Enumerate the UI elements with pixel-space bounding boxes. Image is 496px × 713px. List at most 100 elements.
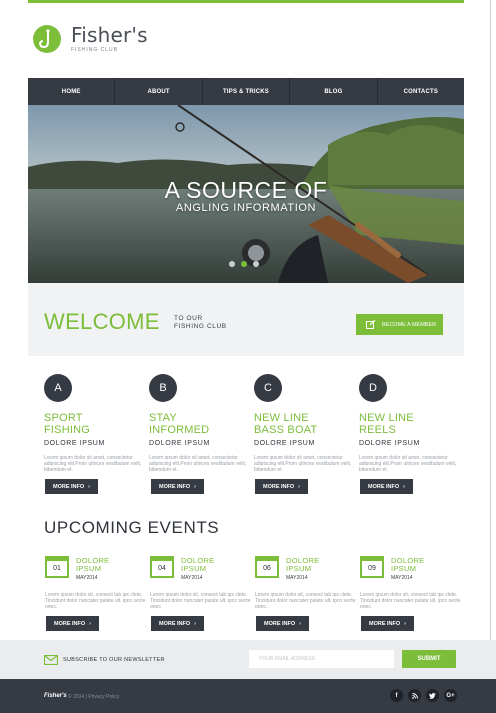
slider-dots (229, 261, 259, 267)
calendar-icon: 09 (360, 556, 384, 578)
site-logo[interactable]: Fisher's FISHING CLUB (33, 24, 148, 54)
hero-slider[interactable]: A SOURCE OF ANGLING INFORMATION (28, 105, 464, 283)
feature-badge: A (44, 374, 72, 402)
feature-text: Lorem ipsum dolor sit amet, consectetur … (149, 455, 247, 473)
twitter-icon[interactable] (426, 689, 439, 702)
brand-tagline: FISHING CLUB (71, 47, 119, 53)
feature-subtitle: DOLORE IPSUM (254, 440, 315, 447)
feature-card: D NEW LINE REELS DOLORE IPSUM Lorem ipsu… (359, 374, 459, 473)
feature-text: Lorem ipsum dolor sit amet, consectetur … (44, 455, 142, 473)
more-info-button[interactable]: MORE INFO › (255, 479, 308, 494)
feature-title-line-1: STAY (149, 412, 177, 424)
feature-badge: B (149, 374, 177, 402)
upcoming-events-title: UPCOMING EVENTS (44, 518, 220, 537)
event-date: MAY2014 (286, 575, 308, 581)
feature-text: Lorem ipsum dolor sit amet, consectetur … (359, 455, 457, 473)
more-info-label: MORE INFO (367, 483, 400, 490)
feature-badge: C (254, 374, 282, 402)
slider-dot-3[interactable] (253, 261, 259, 267)
email-input[interactable] (249, 650, 394, 668)
feature-title-line-1: NEW LINE (359, 412, 414, 424)
event-text: Lorem ipsum dolor sit, consect tab ipx c… (45, 592, 146, 610)
more-info-label: MORE INFO (158, 483, 191, 490)
feature-title[interactable]: NEW LINE BASS BOAT (254, 412, 354, 436)
edit-icon (366, 320, 376, 329)
submit-button[interactable]: SUBMIT (402, 650, 456, 668)
nav-item-tips-tricks[interactable]: TIPS & TRICKS (203, 78, 291, 105)
newsletter-bar: SUBSCRIBE TO OUR NEWSLETTER SUBMIT (0, 640, 496, 679)
calendar-icon: 06 (255, 556, 279, 578)
chevron-right-icon: › (403, 483, 405, 490)
feature-badge: D (359, 374, 387, 402)
chevron-right-icon: › (194, 483, 196, 490)
page: Fisher's FISHING CLUB HOME ABOUT TIPS & … (0, 0, 496, 713)
welcome-banner: WELCOME TO OUR FISHING CLUB BECOME A MEM… (28, 283, 464, 356)
feature-subtitle: DOLORE IPSUM (359, 440, 420, 447)
event-title[interactable]: DOLORE IPSUM (391, 557, 424, 573)
more-info-button[interactable]: MORE INFO › (45, 479, 98, 494)
newsletter-label: SUBSCRIBE TO OUR NEWSLETTER (63, 657, 165, 663)
event-text: Lorem ipsum dolor sit, consect tab ipx c… (150, 592, 251, 610)
event-date: MAY2014 (391, 575, 413, 581)
envelope-icon (44, 655, 58, 665)
feature-subtitle: DOLORE IPSUM (44, 440, 105, 447)
feature-title[interactable]: STAY INFORMED (149, 412, 249, 436)
google-plus-icon[interactable]: G+ (444, 689, 457, 702)
welcome-line-1: TO OUR (174, 315, 203, 322)
feature-card: A SPORT FISHING DOLORE IPSUM Lorem ipsum… (44, 374, 144, 473)
more-info-label: MORE INFO (53, 620, 86, 627)
feature-title-line-2: FISHING (44, 424, 91, 436)
footer-copyright[interactable]: © 2014 | Privacy Policy (68, 694, 119, 700)
event-title[interactable]: DOLORE IPSUM (181, 557, 214, 573)
nav-item-about[interactable]: ABOUT (115, 78, 203, 105)
more-info-button[interactable]: MORE INFO › (46, 616, 99, 631)
rss-icon[interactable] (408, 689, 421, 702)
nav-item-home[interactable]: HOME (28, 78, 116, 105)
event-day: 01 (53, 565, 61, 572)
feature-card: C NEW LINE BASS BOAT DOLORE IPSUM Lorem … (254, 374, 354, 473)
hero-subtitle: ANGLING INFORMATION (175, 202, 317, 214)
welcome-line-2: FISHING CLUB (174, 323, 227, 330)
more-info-button[interactable]: MORE INFO › (360, 479, 413, 494)
facebook-icon[interactable]: f (390, 689, 403, 702)
welcome-title: WELCOME (44, 309, 160, 334)
feature-title-line-2: REELS (359, 424, 397, 436)
more-info-button[interactable]: MORE INFO › (151, 479, 204, 494)
feature-title-line-1: NEW LINE (254, 412, 309, 424)
event-day: 09 (368, 565, 376, 572)
event-title[interactable]: DOLORE IPSUM (286, 557, 319, 573)
brand-name: Fisher's (71, 23, 148, 47)
nav-item-blog[interactable]: BLOG (290, 78, 378, 105)
event-date: MAY2014 (76, 575, 98, 581)
more-info-label: MORE INFO (158, 620, 191, 627)
chevron-right-icon: › (194, 620, 196, 627)
become-member-button[interactable]: BECOME A MEMBER (356, 314, 443, 335)
feature-title[interactable]: SPORT FISHING (44, 412, 144, 436)
event-title-line-2: IPSUM (181, 564, 207, 573)
event-title[interactable]: DOLORE IPSUM (76, 557, 109, 573)
calendar-icon: 04 (150, 556, 174, 578)
calendar-icon: 01 (45, 556, 69, 578)
chevron-right-icon: › (299, 620, 301, 627)
slider-dot-2[interactable] (241, 261, 247, 267)
event-day: 04 (158, 565, 166, 572)
chevron-right-icon: › (404, 620, 406, 627)
slider-dot-1[interactable] (229, 261, 235, 267)
feature-title[interactable]: NEW LINE REELS (359, 412, 459, 436)
more-info-button[interactable]: MORE INFO › (151, 616, 204, 631)
more-info-label: MORE INFO (368, 620, 401, 627)
more-info-button[interactable]: MORE INFO › (256, 616, 309, 631)
more-info-button[interactable]: MORE INFO › (361, 616, 414, 631)
feature-title-line-2: INFORMED (149, 424, 210, 436)
more-info-label: MORE INFO (52, 483, 85, 490)
feature-subtitle: DOLORE IPSUM (149, 440, 210, 447)
feature-title-line-2: BASS BOAT (254, 424, 318, 436)
footer: Fisher's © 2014 | Privacy Policy f G+ (0, 679, 496, 713)
social-links: f G+ (390, 689, 457, 702)
feature-text: Lorem ipsum dolor sit amet, consectetur … (254, 455, 352, 473)
hero-title: A SOURCE OF (164, 177, 328, 203)
more-info-label: MORE INFO (263, 620, 296, 627)
nav-item-contacts[interactable]: CONTACTS (378, 78, 464, 105)
feature-card: B STAY INFORMED DOLORE IPSUM Lorem ipsum… (149, 374, 249, 473)
event-title-line-2: IPSUM (76, 564, 102, 573)
